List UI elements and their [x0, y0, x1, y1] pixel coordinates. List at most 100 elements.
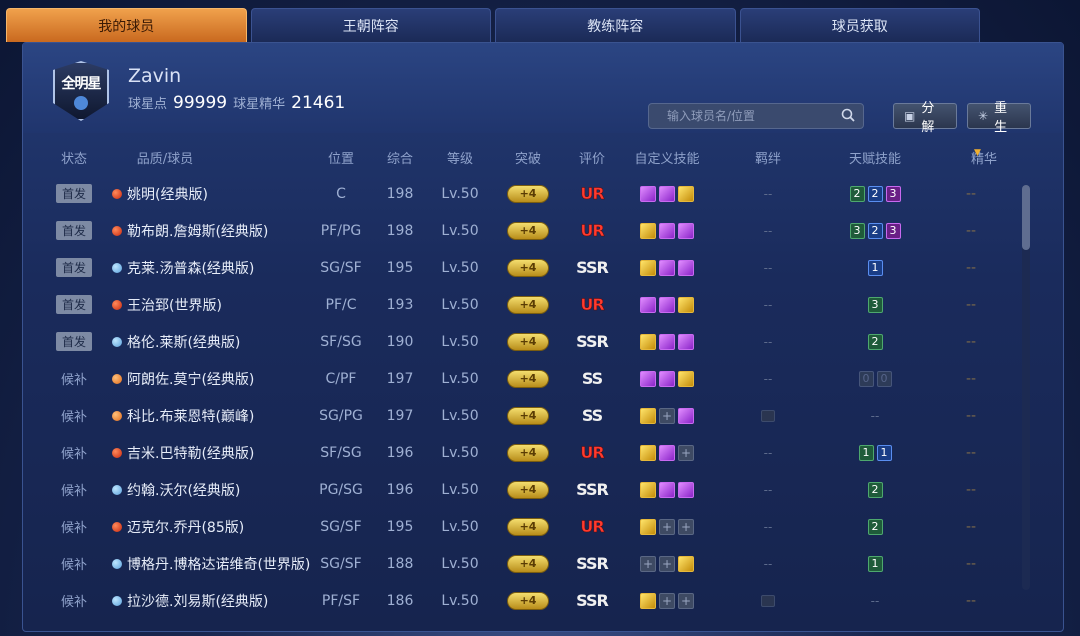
purple-skill-icon[interactable] — [640, 370, 656, 387]
table-row[interactable]: 候补 迈克尔.乔丹(85版) SG/SF 195 Lv.50 +4 UR + + … — [0, 508, 1080, 545]
talent-badge[interactable]: 1 — [876, 444, 892, 461]
purple-skill-icon[interactable] — [678, 481, 694, 498]
purple-skill-icon[interactable] — [640, 296, 656, 313]
table-row[interactable]: 首发 克莱.汤普森(经典版) SG/SF 195 Lv.50 +4 SSR --… — [0, 249, 1080, 286]
talent-badge[interactable]: 2 — [849, 185, 865, 202]
tab-my-players[interactable]: 我的球员 — [6, 8, 247, 42]
player-name-cell[interactable]: 约翰.沃尔(经典版) — [112, 471, 327, 508]
gold-skill-icon[interactable] — [640, 481, 656, 498]
player-name-cell[interactable]: 勒布朗.詹姆斯(经典版) — [112, 212, 327, 249]
col-talent-skills[interactable]: 天赋技能 — [835, 148, 915, 167]
col-bond[interactable]: 羁绊 — [738, 148, 798, 167]
decompose-button[interactable]: ▣ 分解 — [893, 101, 957, 135]
tab-dynasty-lineup[interactable]: 王朝阵容 — [250, 8, 491, 42]
talent-badge[interactable]: 2 — [867, 222, 883, 239]
gold-skill-icon[interactable] — [678, 370, 694, 387]
table-row[interactable]: 候补 博格丹.博格达诺维奇(世界版) SG/SF 188 Lv.50 +4 SS… — [0, 545, 1080, 582]
talent-badge[interactable]: 1 — [858, 444, 874, 461]
purple-skill-icon[interactable] — [659, 185, 675, 202]
gold-skill-icon[interactable] — [640, 444, 656, 461]
purple-skill-icon[interactable] — [659, 222, 675, 239]
table-row[interactable]: 候补 吉米.巴特勒(经典版) SF/SG 196 Lv.50 +4 UR + -… — [0, 434, 1080, 471]
talent-badge[interactable]: 2 — [867, 518, 883, 535]
quality-ball-icon — [112, 373, 122, 384]
player-name-cell[interactable]: 拉沙德.刘易斯(经典版) — [112, 582, 327, 619]
table-row[interactable]: 候补 科比.布莱恩特(巅峰) SG/PG 197 Lv.50 +4 SS + -… — [0, 397, 1080, 434]
talent-badge[interactable]: 1 — [867, 555, 883, 572]
purple-skill-icon[interactable] — [659, 259, 675, 276]
table-row[interactable]: 候补 约翰.沃尔(经典版) PG/SG 196 Lv.50 +4 SSR -- … — [0, 471, 1080, 508]
player-name-cell[interactable]: 迈克尔.乔丹(85版) — [112, 508, 327, 545]
talent-badge[interactable]: 3 — [885, 222, 901, 239]
col-rating[interactable]: 评价 — [566, 148, 618, 167]
talent-badge[interactable]: 1 — [867, 259, 883, 276]
purple-skill-icon[interactable] — [678, 222, 694, 239]
player-name-cell[interactable]: 克莱.汤普森(经典版) — [112, 249, 327, 286]
player-name-cell[interactable]: 阿朗佐.莫宁(经典版) — [112, 360, 327, 397]
talent-badge[interactable]: 3 — [849, 222, 865, 239]
table-row[interactable]: 首发 姚明(经典版) C 198 Lv.50 +4 UR -- 223 -- — [0, 175, 1080, 212]
player-name: 勒布朗.詹姆斯(经典版) — [127, 223, 269, 240]
talent-badge[interactable]: 3 — [885, 185, 901, 202]
empty-skill-slot-icon[interactable]: + — [678, 444, 694, 461]
col-overall[interactable]: 综合 — [378, 148, 422, 167]
player-name-cell[interactable]: 科比.布莱恩特(巅峰) — [112, 397, 327, 434]
gold-skill-icon[interactable] — [678, 296, 694, 313]
empty-skill-slot-icon[interactable]: + — [640, 555, 656, 572]
purple-skill-icon[interactable] — [659, 481, 675, 498]
empty-skill-slot-icon[interactable]: + — [659, 592, 675, 609]
col-position[interactable]: 位置 — [310, 148, 372, 167]
talent-badge[interactable]: 0 — [858, 370, 874, 387]
purple-skill-icon[interactable] — [678, 333, 694, 350]
empty-skill-slot-icon[interactable]: + — [659, 518, 675, 535]
purple-skill-icon[interactable] — [678, 259, 694, 276]
gold-skill-icon[interactable] — [640, 407, 656, 424]
table-row[interactable]: 首发 格伦.莱斯(经典版) SF/SG 190 Lv.50 +4 SSR -- … — [0, 323, 1080, 360]
col-status[interactable]: 状态 — [48, 148, 100, 167]
purple-skill-icon[interactable] — [659, 444, 675, 461]
purple-skill-icon[interactable] — [659, 333, 675, 350]
talent-badge[interactable]: 0 — [876, 370, 892, 387]
empty-skill-slot-icon[interactable]: + — [659, 407, 675, 424]
purple-skill-icon[interactable] — [659, 370, 675, 387]
gold-skill-icon[interactable] — [640, 592, 656, 609]
gold-skill-icon[interactable] — [678, 185, 694, 202]
reborn-button[interactable]: ✳ 重生 — [967, 101, 1031, 135]
gold-skill-icon[interactable] — [678, 555, 694, 572]
player-name-cell[interactable]: 吉米.巴特勒(经典版) — [112, 434, 327, 471]
purple-skill-icon[interactable] — [640, 185, 656, 202]
talent-badge[interactable]: 2 — [867, 481, 883, 498]
table-row[interactable]: 首发 王治郅(世界版) PF/C 193 Lv.50 +4 UR -- 3 -- — [0, 286, 1080, 323]
player-name-cell[interactable]: 姚明(经典版) — [112, 175, 327, 212]
search-icon[interactable] — [841, 108, 855, 122]
empty-skill-slot-icon[interactable]: + — [678, 518, 694, 535]
bond-icon[interactable] — [761, 409, 775, 422]
talent-badge[interactable]: 3 — [867, 296, 883, 313]
empty-skill-slot-icon[interactable]: + — [659, 555, 675, 572]
talent-badge[interactable]: 2 — [867, 333, 883, 350]
player-name-cell[interactable]: 格伦.莱斯(经典版) — [112, 323, 327, 360]
col-name[interactable]: 品质/球员 — [125, 148, 205, 167]
player-name-cell[interactable]: 博格丹.博格达诺维奇(世界版) — [112, 545, 327, 582]
table-row[interactable]: 候补 阿朗佐.莫宁(经典版) C/PF 197 Lv.50 +4 SS -- 0… — [0, 360, 1080, 397]
gold-skill-icon[interactable] — [640, 333, 656, 350]
purple-skill-icon[interactable] — [678, 407, 694, 424]
scrollbar[interactable] — [1022, 185, 1030, 590]
table-row[interactable]: 首发 勒布朗.詹姆斯(经典版) PF/PG 198 Lv.50 +4 UR --… — [0, 212, 1080, 249]
talent-badge[interactable]: 2 — [867, 185, 883, 202]
search-input[interactable] — [667, 109, 837, 123]
col-level[interactable]: 等级 — [432, 148, 488, 167]
bond-icon[interactable] — [761, 594, 775, 607]
purple-skill-icon[interactable] — [659, 296, 675, 313]
tab-coach-lineup[interactable]: 教练阵容 — [495, 8, 736, 42]
tab-player-acquire[interactable]: 球员获取 — [739, 8, 980, 42]
col-custom-skills[interactable]: 自定义技能 — [624, 148, 710, 167]
table-row[interactable]: 候补 拉沙德.刘易斯(经典版) PF/SF 186 Lv.50 +4 SSR +… — [0, 582, 1080, 619]
gold-skill-icon[interactable] — [640, 222, 656, 239]
col-breakthrough[interactable]: 突破 — [498, 148, 558, 167]
player-name-cell[interactable]: 王治郅(世界版) — [112, 286, 327, 323]
gold-skill-icon[interactable] — [640, 259, 656, 276]
scrollbar-thumb[interactable] — [1022, 185, 1030, 250]
empty-skill-slot-icon[interactable]: + — [678, 592, 694, 609]
gold-skill-icon[interactable] — [640, 518, 656, 535]
